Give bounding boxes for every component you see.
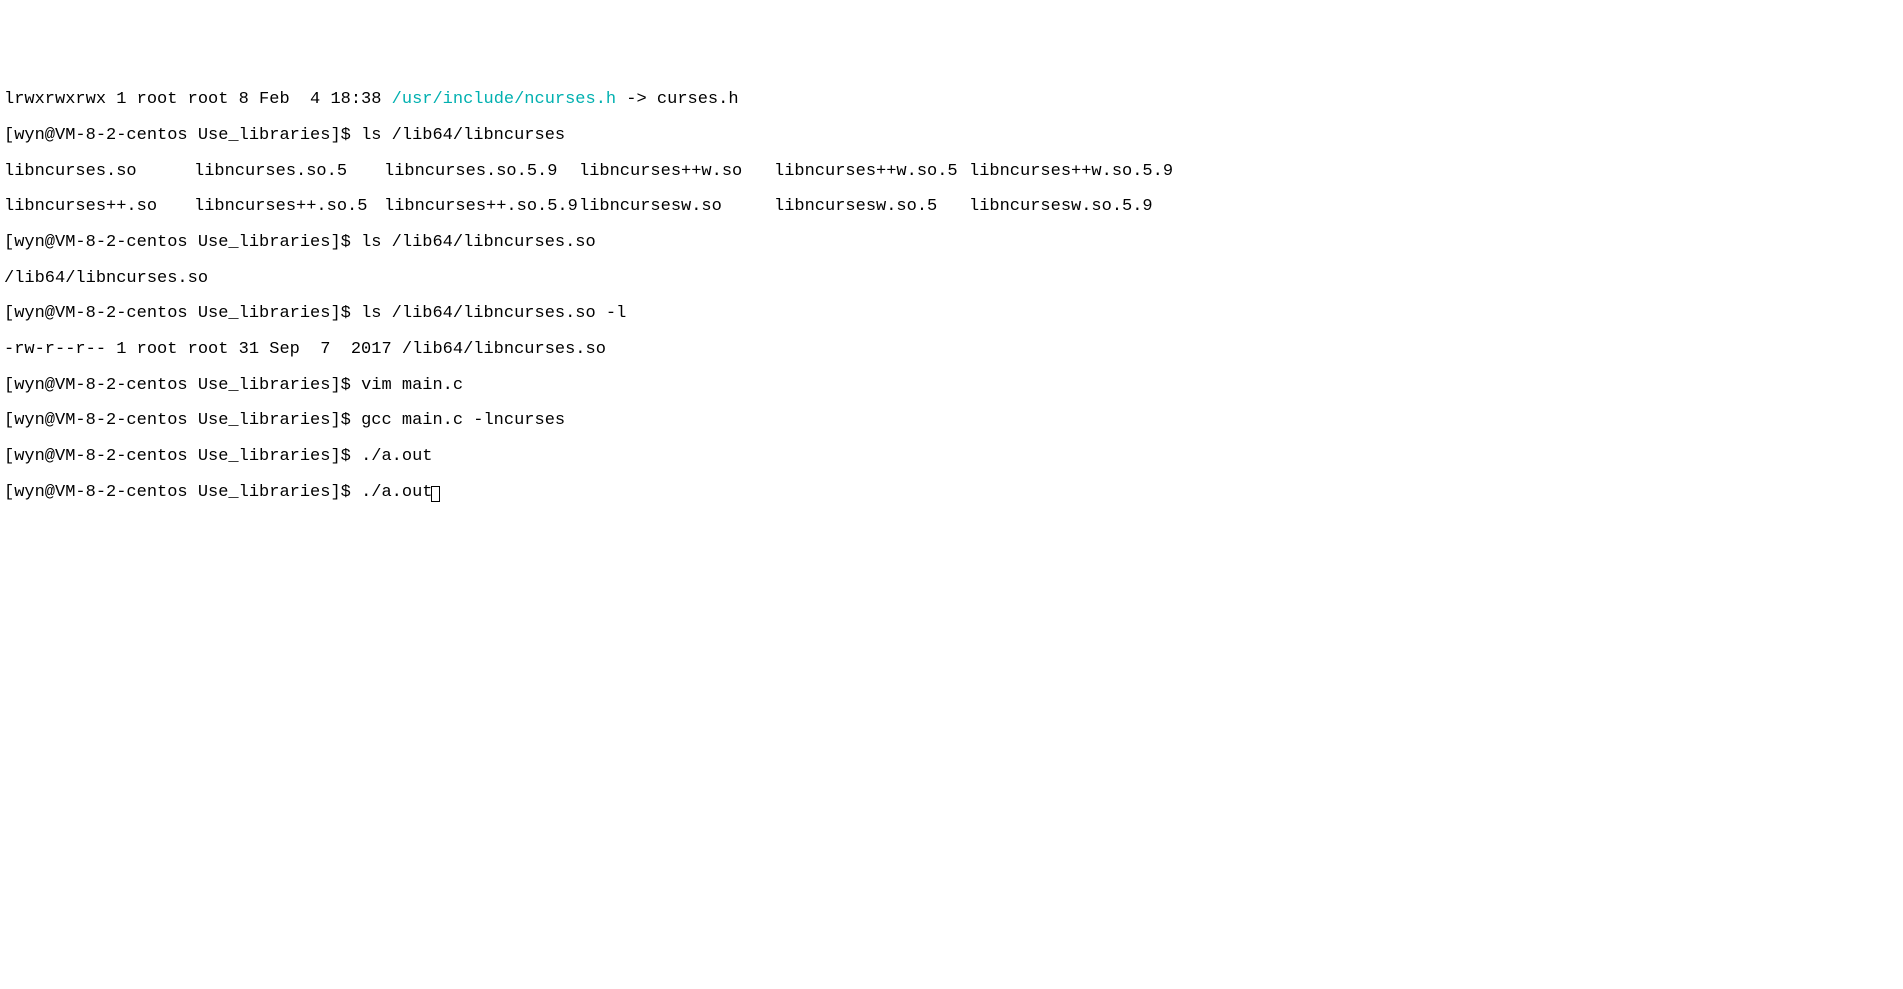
command-text: ./a.out bbox=[361, 483, 432, 502]
file-perm-text: lrwxrwxrwx 1 root root 8 Feb 4 18:38 bbox=[4, 90, 392, 109]
command-text: ./a.out bbox=[361, 447, 432, 466]
file-name: libncurses++.so.5 bbox=[194, 198, 384, 216]
command-line: [wyn@VM-8-2-centos Use_libraries]$ ls /l… bbox=[4, 127, 1899, 145]
current-command-line[interactable]: [wyn@VM-8-2-centos Use_libraries]$ ./a.o… bbox=[4, 484, 1899, 502]
prompt: [wyn@VM-8-2-centos Use_libraries]$ bbox=[4, 411, 361, 430]
file-name: libncurses.so.5.9 bbox=[384, 163, 579, 181]
prompt: [wyn@VM-8-2-centos Use_libraries]$ bbox=[4, 233, 361, 252]
command-line: [wyn@VM-8-2-centos Use_libraries]$ gcc m… bbox=[4, 412, 1899, 430]
file-name: libncurses++w.so.5.9 bbox=[969, 163, 1173, 181]
command-text: gcc main.c -lncurses bbox=[361, 411, 565, 430]
command-line: [wyn@VM-8-2-centos Use_libraries]$ ls /l… bbox=[4, 234, 1899, 252]
symlink-target: -> curses.h bbox=[616, 90, 738, 109]
file-name: libncurses++w.so bbox=[579, 163, 774, 181]
command-line: [wyn@VM-8-2-centos Use_libraries]$ ls /l… bbox=[4, 305, 1899, 323]
output-line: lrwxrwxrwx 1 root root 8 Feb 4 18:38 /us… bbox=[4, 91, 1899, 109]
cursor-icon bbox=[431, 486, 440, 502]
ls-output-row: libncurses.solibncurses.so.5libncurses.s… bbox=[4, 163, 1899, 181]
command-line: [wyn@VM-8-2-centos Use_libraries]$ ./a.o… bbox=[4, 448, 1899, 466]
terminal[interactable]: lrwxrwxrwx 1 root root 8 Feb 4 18:38 /us… bbox=[4, 73, 1899, 519]
ls-output-row: libncurses++.solibncurses++.so.5libncurs… bbox=[4, 198, 1899, 216]
prompt: [wyn@VM-8-2-centos Use_libraries]$ bbox=[4, 447, 361, 466]
prompt: [wyn@VM-8-2-centos Use_libraries]$ bbox=[4, 483, 361, 502]
symlink-path: /usr/include/ncurses.h bbox=[392, 90, 616, 109]
command-line: [wyn@VM-8-2-centos Use_libraries]$ vim m… bbox=[4, 377, 1899, 395]
file-name: libncursesw.so.5.9 bbox=[969, 198, 1153, 216]
command-text: ls /lib64/libncurses.so bbox=[361, 233, 596, 252]
file-name: libncursesw.so.5 bbox=[774, 198, 969, 216]
output-line: /lib64/libncurses.so bbox=[4, 270, 1899, 288]
output-line: -rw-r--r-- 1 root root 31 Sep 7 2017 /li… bbox=[4, 341, 1899, 359]
command-text: ls /lib64/libncurses.so -l bbox=[361, 304, 626, 323]
file-name: libncurses.so bbox=[4, 163, 194, 181]
command-text: vim main.c bbox=[361, 376, 463, 395]
prompt: [wyn@VM-8-2-centos Use_libraries]$ bbox=[4, 304, 361, 323]
command-text: ls /lib64/libncurses bbox=[361, 126, 565, 145]
prompt: [wyn@VM-8-2-centos Use_libraries]$ bbox=[4, 126, 361, 145]
file-name: libncurses++w.so.5 bbox=[774, 163, 969, 181]
file-name: libncursesw.so bbox=[579, 198, 774, 216]
file-name: libncurses++.so bbox=[4, 198, 194, 216]
file-name: libncurses.so.5 bbox=[194, 163, 384, 181]
prompt: [wyn@VM-8-2-centos Use_libraries]$ bbox=[4, 376, 361, 395]
file-name: libncurses++.so.5.9 bbox=[384, 198, 579, 216]
